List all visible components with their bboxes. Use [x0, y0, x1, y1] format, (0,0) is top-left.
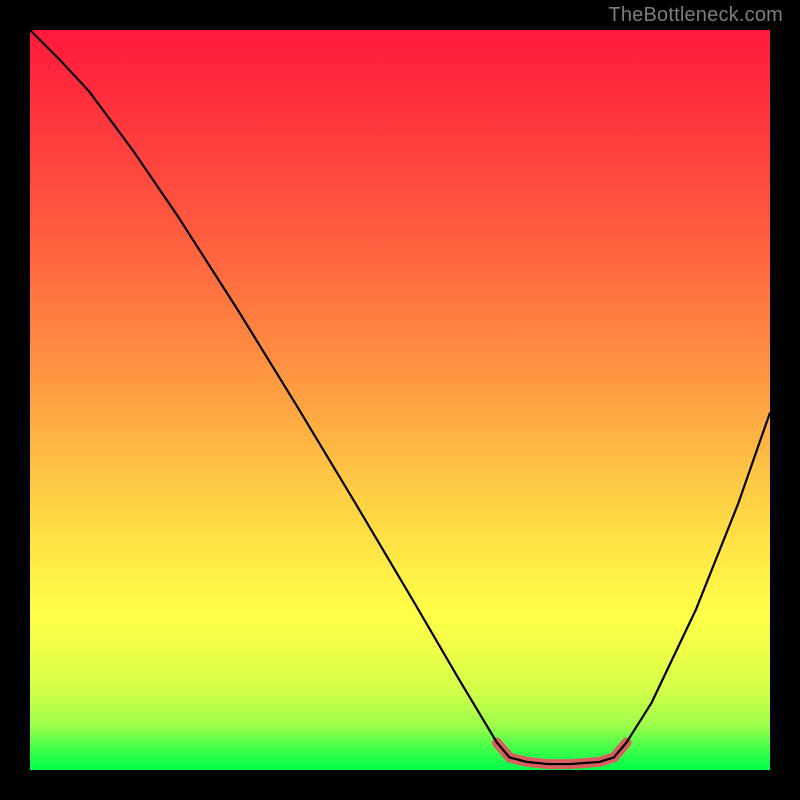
bottleneck-curve [30, 30, 770, 764]
optimal-range-highlight [497, 743, 627, 764]
watermark-text: TheBottleneck.com [608, 4, 783, 27]
chart-svg [30, 30, 770, 770]
plot-area [30, 30, 770, 770]
